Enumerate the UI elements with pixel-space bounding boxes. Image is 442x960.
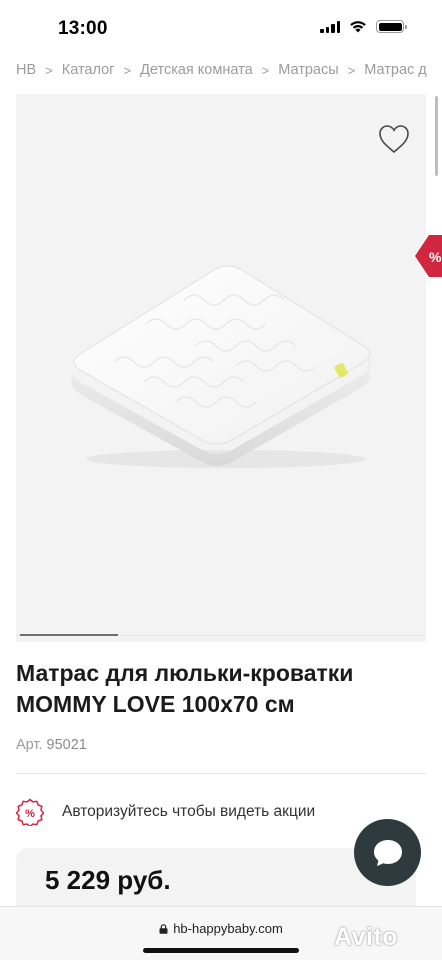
product-title-line-2: MOMMY LOVE 100x70 см [16,691,295,717]
avito-watermark: Avito [334,923,399,951]
promo-login-hint[interactable]: % Авторизуйтесь чтобы видеть акции [16,796,426,828]
svg-text:%: % [429,249,442,265]
wifi-icon [350,21,366,33]
chevron-right-icon: > [45,62,53,78]
chat-button[interactable] [354,819,421,886]
status-time: 13:00 [58,18,108,39]
sku-value: 95021 [46,737,87,753]
product-sku: Арт. 95021 [16,737,87,753]
breadcrumb-item-catalog[interactable]: Каталог [62,62,115,78]
lock-icon [159,924,168,934]
chat-icon [373,839,402,866]
product-title-line-1: Матрас для люльки-кроватки [16,660,354,686]
breadcrumb-item-home[interactable]: HB [16,62,36,78]
signal-icon [320,20,340,33]
chevron-right-icon: > [123,62,132,78]
product-image [71,265,371,468]
promo-text: Авторизуйтесь чтобы видеть акции [62,803,316,820]
percent-badge-icon: % [16,798,44,826]
product-price: 5 229 руб. [45,865,171,895]
status-icons [320,20,407,33]
breadcrumb-item-mattresses[interactable]: Матрасы [278,62,338,78]
breadcrumb-item-current[interactable]: Матрас д [364,62,427,78]
percent-tab-icon[interactable]: % [413,233,442,279]
chevron-right-icon: > [347,62,356,78]
status-bar: 13:00 [0,0,442,56]
url-text: hb-happybaby.com [173,921,283,936]
breadcrumb-item-kids-room[interactable]: Детская комната [140,62,253,78]
chevron-right-icon: > [261,62,270,78]
sku-label: Арт. [16,737,43,753]
breadcrumb: HB > Каталог > Детская комната > Матрасы… [16,58,436,82]
battery-icon [376,20,407,33]
heart-icon[interactable] [377,123,411,155]
page-scrollbar[interactable] [435,96,438,176]
svg-text:%: % [25,808,35,820]
browser-address-bar[interactable]: hb-happybaby.com Avito [0,906,442,960]
home-indicator[interactable] [143,948,299,953]
gallery-progress-indicator [20,634,118,636]
divider [16,773,426,774]
product-title: Матрас для люльки-кроватки MOMMY LOVE 10… [16,658,426,720]
product-gallery[interactable] [16,94,426,642]
